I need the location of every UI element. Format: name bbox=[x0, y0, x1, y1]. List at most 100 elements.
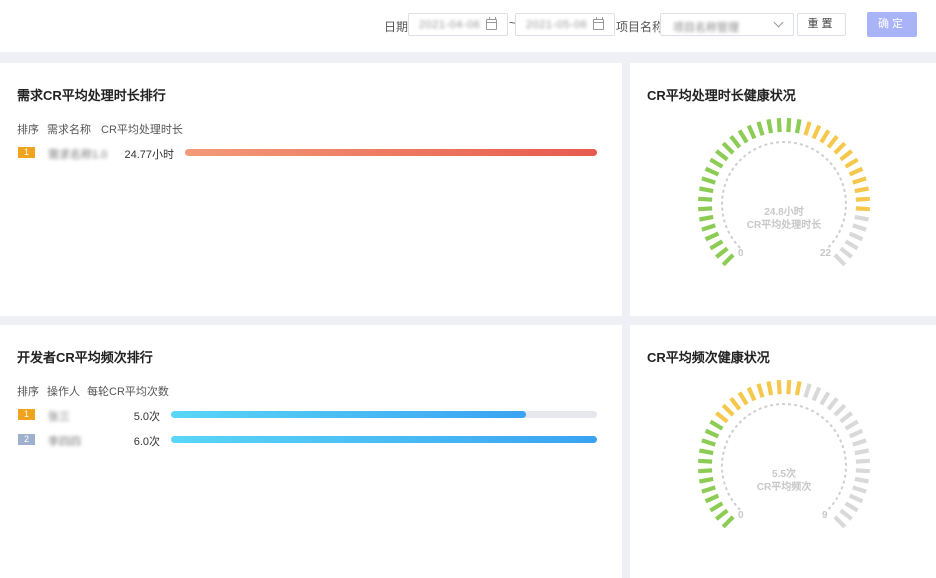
gauge-tick bbox=[854, 448, 869, 456]
gauge-tick bbox=[698, 196, 713, 202]
gauge-tick bbox=[737, 391, 749, 406]
calendar-icon[interactable] bbox=[593, 17, 604, 30]
reset-button[interactable]: 重置 bbox=[797, 13, 846, 36]
gauge-tick bbox=[715, 508, 729, 521]
gauge-tick bbox=[839, 411, 853, 424]
dev-rank-title: 开发者CR平均频次排行 bbox=[17, 350, 153, 365]
gauge-value: 5.5次 bbox=[772, 469, 796, 480]
operator-name: 李四四 bbox=[48, 436, 81, 448]
gauge-tick bbox=[786, 118, 792, 133]
gauge-tick bbox=[709, 501, 724, 513]
filter-bar: 日期 2021-04-06 ~ 2021-05-06 项目名称 项目名称管理 重… bbox=[0, 0, 936, 52]
gauge-tick bbox=[704, 231, 720, 242]
header-avg-count: 每轮CR平均次数 bbox=[87, 386, 169, 398]
gauge-tick bbox=[721, 515, 735, 529]
gauge-tick bbox=[698, 206, 713, 212]
gauge-tick bbox=[794, 119, 802, 134]
gauge-tick bbox=[811, 386, 822, 402]
header-rank: 排序 bbox=[17, 386, 39, 398]
progress-fill bbox=[171, 436, 597, 443]
gauge-tick bbox=[844, 157, 859, 169]
gauge-center: 24.8小时 CR平均处理时长 bbox=[714, 206, 854, 232]
progress-track bbox=[171, 411, 597, 418]
gauge-tick bbox=[848, 493, 864, 504]
progress-fill bbox=[171, 411, 526, 418]
progress-track bbox=[171, 436, 597, 443]
gauge-tick bbox=[709, 239, 724, 251]
gauge-tick bbox=[833, 253, 847, 267]
end-date-input[interactable]: 2021-05-06 bbox=[515, 13, 615, 36]
gauge-tick bbox=[833, 403, 847, 417]
gauge-tick bbox=[844, 239, 859, 251]
gauge-tick bbox=[746, 124, 757, 140]
gauge-tick bbox=[852, 485, 867, 494]
gauge-tick bbox=[826, 135, 839, 149]
dev-rank-panel: 开发者CR平均频次排行 排序 操作人 每轮CR平均次数 1 张三 5.0次 2 … bbox=[0, 325, 622, 578]
gauge-label: CR平均处理时长 bbox=[746, 220, 822, 231]
gauge-tick bbox=[701, 438, 716, 447]
cr-time-value: 24.77小时 bbox=[124, 149, 174, 161]
gauge-tick bbox=[698, 468, 713, 474]
start-date-value: 2021-04-06 bbox=[419, 19, 481, 31]
gauge-tick bbox=[855, 468, 870, 474]
gauge-tick bbox=[854, 186, 869, 194]
operator-name: 张三 bbox=[48, 411, 70, 423]
gauge-tick bbox=[848, 166, 864, 177]
gauge-max: 22 bbox=[820, 248, 832, 259]
gauge-tick bbox=[776, 118, 782, 133]
gauge-tick bbox=[746, 386, 757, 402]
health-gauge bbox=[698, 118, 870, 267]
freq-health-panel: CR平均频次健康状况 5.5次 CR平均频次 0 9 bbox=[630, 325, 936, 578]
gauge-tick bbox=[794, 381, 802, 396]
date-label: 日期 bbox=[384, 20, 409, 34]
gauge-tick bbox=[826, 397, 839, 411]
gauge-min: 0 bbox=[738, 510, 744, 521]
project-select[interactable]: 项目名称管理 bbox=[660, 13, 794, 36]
gauge-tick bbox=[721, 253, 735, 267]
cr-health-panel: CR平均处理时长健康状况 24.8小时 CR平均处理时长 0 22 bbox=[630, 63, 936, 316]
gauge-tick bbox=[855, 458, 870, 464]
gauge-tick bbox=[756, 383, 765, 398]
gauge-tick bbox=[855, 206, 870, 212]
avg-count-value: 6.0次 bbox=[133, 436, 160, 448]
start-date-input[interactable]: 2021-04-06 bbox=[408, 13, 508, 36]
header-rank: 排序 bbox=[17, 124, 39, 136]
gauge-tick bbox=[729, 135, 742, 149]
gauge-label: CR平均频次 bbox=[756, 482, 812, 493]
project-label: 项目名称 bbox=[616, 20, 665, 34]
gauge-tick bbox=[709, 157, 724, 169]
gauge-tick bbox=[833, 141, 847, 155]
gauge-tick bbox=[855, 196, 870, 202]
confirm-button[interactable]: 确定 bbox=[867, 12, 917, 37]
rank-badge: 1 bbox=[18, 147, 35, 158]
gauge-tick bbox=[803, 383, 812, 398]
gauge-min: 0 bbox=[738, 248, 744, 259]
progress-fill bbox=[185, 149, 597, 156]
gauge-tick bbox=[848, 231, 864, 242]
req-name: 需求名称1.0 bbox=[48, 149, 108, 161]
gauge-tick bbox=[854, 214, 869, 222]
chevron-down-icon[interactable] bbox=[773, 17, 784, 28]
project-select-value: 项目名称管理 bbox=[673, 22, 739, 34]
progress-track bbox=[185, 149, 597, 156]
cr-rank-title: 需求CR平均处理时长排行 bbox=[17, 88, 166, 103]
gauge-tick bbox=[699, 214, 714, 222]
gauge-tick bbox=[737, 129, 749, 144]
gauge-tick bbox=[839, 508, 853, 521]
gauge-tick bbox=[776, 380, 782, 395]
gauge-tick bbox=[803, 121, 812, 136]
gauge-tick bbox=[766, 119, 774, 134]
gauge-tick bbox=[839, 246, 853, 259]
calendar-icon[interactable] bbox=[486, 17, 497, 30]
gauge-tick bbox=[844, 501, 859, 513]
gauge-tick bbox=[704, 493, 720, 504]
gauge-max: 9 bbox=[822, 510, 828, 521]
gauge-tick bbox=[848, 428, 864, 439]
header-cr-time: CR平均处理时长 bbox=[101, 124, 183, 136]
gauge-tick bbox=[715, 411, 729, 424]
gauge-tick bbox=[819, 391, 831, 406]
gauge-tick bbox=[839, 149, 853, 162]
gauge-tick bbox=[704, 428, 720, 439]
rank-badge: 1 bbox=[18, 409, 35, 420]
gauge-tick bbox=[699, 476, 714, 484]
